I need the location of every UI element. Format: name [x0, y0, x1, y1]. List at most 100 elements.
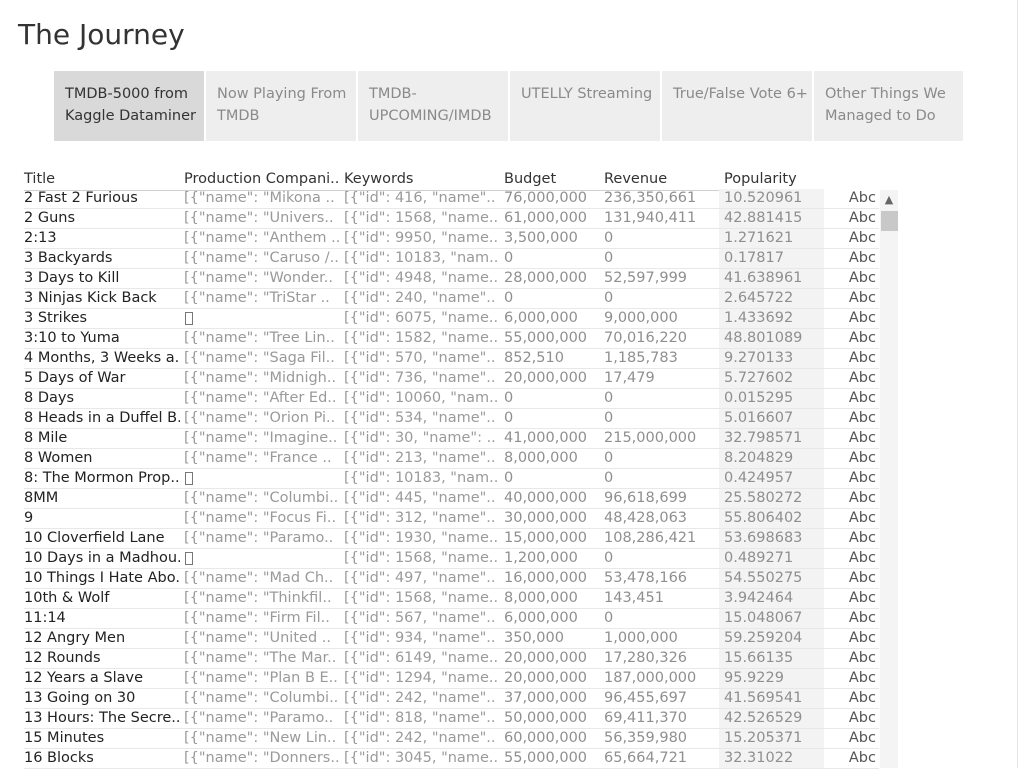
- column-header-popularity[interactable]: Popularity: [724, 168, 797, 190]
- cell-revenue: 0: [604, 390, 614, 406]
- cell-abc: Abc: [848, 190, 876, 206]
- cell-revenue: 53,478,166: [604, 570, 688, 586]
- tab-tmdb-5000[interactable]: TMDB-5000 from Kaggle Dataminer: [54, 71, 204, 141]
- cell-title: 12 Years a Slave: [24, 670, 144, 686]
- cell-budget: 61,000,000: [504, 210, 588, 226]
- cell-title: 13 Going on 30: [24, 690, 136, 706]
- cell-budget: 1,200,000: [504, 550, 578, 566]
- tab-tmdb-upcoming[interactable]: TMDB- UPCOMING/IMDB: [358, 71, 508, 141]
- tab-true-false-vote[interactable]: True/False Vote 6+: [662, 71, 812, 141]
- cell-keywords: [{"id": 242, "name"..: [344, 690, 496, 706]
- cell-budget: 6,000,000: [504, 310, 578, 326]
- cell-keywords: [{"id": 416, "name"..: [344, 190, 496, 206]
- cell-revenue: 236,350,661: [604, 190, 697, 206]
- cell-revenue: 9,000,000: [604, 310, 678, 326]
- table-row[interactable]: 10 Days in a Madhou.. [{"id": 1568, "name…: [24, 549, 879, 569]
- table-row[interactable]: 2 Guns [{"name": "Univers.. [{"id": 1568, …: [24, 209, 879, 229]
- table-row[interactable]: 8 Days [{"name": "After Ed.. [{"id": 10060…: [24, 389, 879, 409]
- column-header-budget[interactable]: Budget: [504, 168, 556, 190]
- table-row[interactable]: 11:14 [{"name": "Firm Fil.. [{"id": 567, "…: [24, 609, 879, 629]
- table-row[interactable]: 10 Cloverfield Lane [{"name": "Paramo.. [{…: [24, 529, 879, 549]
- vertical-scrollbar[interactable]: ▲: [880, 190, 898, 768]
- cell-popularity: 0.489271: [719, 549, 824, 568]
- table-row[interactable]: 2:13 [{"name": "Anthem .. [{"id": 9950, "n…: [24, 229, 879, 249]
- cell-popularity: 0.424957: [719, 469, 824, 488]
- cell-production-companies: [184, 469, 340, 488]
- table-row[interactable]: 12 Years a Slave [{"name": "Plan B E.. [{"…: [24, 669, 879, 689]
- cell-abc: Abc: [848, 610, 876, 626]
- table-row[interactable]: 8MM [{"name": "Columbi.. [{"id": 445, "nam…: [24, 489, 879, 509]
- table-row[interactable]: 12 Rounds [{"name": "The Mar.. [{"id": 614…: [24, 649, 879, 669]
- cell-revenue: 70,016,220: [604, 330, 688, 346]
- table-row[interactable]: 8 Mile [{"name": "Imagine.. [{"id": 30, "n…: [24, 429, 879, 449]
- table-row[interactable]: 8 Heads in a Duffel B.. [{"name": "Orion …: [24, 409, 879, 429]
- table-row[interactable]: 8: The Mormon Prop.. [{"id": 10183, "nam.…: [24, 469, 879, 489]
- tab-other-things[interactable]: Other Things We Managed to Do: [814, 71, 963, 141]
- cell-popularity: 41.638961: [719, 269, 824, 288]
- cell-keywords: [{"id": 570, "name"..: [344, 350, 496, 366]
- cell-title: 2 Guns: [24, 210, 76, 226]
- table-row[interactable]: 3 Backyards [{"name": "Caruso /.. [{"id": …: [24, 249, 879, 269]
- cell-keywords: [{"id": 567, "name"..: [344, 610, 496, 626]
- cell-title: 3 Backyards: [24, 250, 113, 266]
- cell-popularity: 32.31022: [719, 749, 824, 768]
- table-row[interactable]: 3 Ninjas Kick Back [{"name": "TriStar .. […: [24, 289, 879, 309]
- cell-revenue: 108,286,421: [604, 530, 697, 546]
- table-row[interactable]: 13 Hours: The Secre.. [{"name": "Paramo..…: [24, 709, 879, 729]
- cell-keywords: [{"id": 6075, "name..: [344, 310, 499, 326]
- table-row[interactable]: 2 Fast 2 Furious [{"name": "Mikona .. [{"i…: [24, 189, 879, 209]
- cell-production-companies: [{"name": "Focus Fi..: [184, 510, 337, 526]
- cell-title: 8 Days: [24, 390, 75, 406]
- empty-list-icon: [185, 552, 193, 565]
- cell-popularity: 41.569541: [719, 689, 824, 708]
- cell-popularity: 0.015295: [719, 389, 824, 408]
- cell-abc: Abc: [848, 290, 876, 306]
- cell-keywords: [{"id": 534, "name"..: [344, 410, 496, 426]
- empty-list-icon: [185, 312, 193, 325]
- table-row[interactable]: 5 Days of War [{"name": "Midnigh.. [{"id":…: [24, 369, 879, 389]
- table-row[interactable]: 8 Women [{"name": "France .. [{"id": 213, …: [24, 449, 879, 469]
- cell-revenue: 0: [604, 290, 614, 306]
- table-row[interactable]: 15 Minutes [{"name": "New Lin.. [{"id": 24…: [24, 729, 879, 749]
- column-header-revenue[interactable]: Revenue: [604, 168, 667, 190]
- cell-keywords: [{"id": 3045, "name..: [344, 750, 499, 766]
- tab-now-playing[interactable]: Now Playing From TMDB: [206, 71, 356, 141]
- cell-budget: 37,000,000: [504, 690, 588, 706]
- cell-production-companies: [{"name": "Univers..: [184, 210, 334, 226]
- table-row[interactable]: 10th & Wolf [{"name": "Thinkfil.. [{"id": …: [24, 589, 879, 609]
- cell-title: 10th & Wolf: [24, 590, 110, 606]
- cell-title: 16 Blocks: [24, 750, 94, 766]
- scrollbar-thumb[interactable]: [881, 211, 898, 231]
- cell-keywords: [{"id": 10183, "nam..: [344, 470, 499, 486]
- cell-revenue: 0: [604, 610, 614, 626]
- table-row[interactable]: 10 Things I Hate Abo.. [{"name": "Mad Ch.…: [24, 569, 879, 589]
- cell-production-companies: [{"name": "United ..: [184, 630, 331, 646]
- table-row[interactable]: 12 Angry Men [{"name": "United .. [{"id": …: [24, 629, 879, 649]
- cell-popularity: 8.204829: [719, 449, 824, 468]
- table-row[interactable]: 4 Months, 3 Weeks a.. [{"name": "Saga Fil…: [24, 349, 879, 369]
- cell-keywords: [{"id": 213, "name"..: [344, 450, 496, 466]
- cell-budget: 76,000,000: [504, 190, 588, 206]
- cell-abc: Abc: [848, 510, 876, 526]
- cell-popularity: 42.526529: [719, 709, 824, 728]
- table-row[interactable]: 9 [{"name": "Focus Fi.. [{"id": 312, "name…: [24, 509, 879, 529]
- table-row[interactable]: 3 Strikes [{"id": 6075, "name.. 6,000,000 9…: [24, 309, 879, 329]
- cell-budget: 20,000,000: [504, 650, 588, 666]
- chevron-up-icon[interactable]: ▲: [880, 190, 898, 210]
- dashboard-frame: The Journey TMDB-5000 from Kaggle Datami…: [0, 0, 1018, 769]
- cell-revenue: 65,664,721: [604, 750, 688, 766]
- column-header-keywords[interactable]: Keywords: [344, 168, 413, 190]
- table-row[interactable]: 3:10 to Yuma [{"name": "Tree Lin.. [{"id":…: [24, 329, 879, 349]
- table-row[interactable]: 3 Days to Kill [{"name": "Wonder.. [{"id":…: [24, 269, 879, 289]
- table-row[interactable]: 16 Blocks [{"name": "Donners.. [{"id": 304…: [24, 749, 879, 769]
- cell-production-companies: [184, 549, 340, 568]
- cell-revenue: 1,185,783: [604, 350, 678, 366]
- cell-title: 3 Strikes: [24, 310, 88, 326]
- table-body: 2 Fast 2 Furious [{"name": "Mikona .. [{"i…: [24, 189, 879, 769]
- table-row[interactable]: 13 Going on 30 [{"name": "Columbi.. [{"id"…: [24, 689, 879, 709]
- column-header-production-companies[interactable]: Production Compani..: [184, 168, 339, 190]
- column-header-title[interactable]: Title: [24, 168, 55, 190]
- cell-keywords: [{"id": 1582, "name..: [344, 330, 499, 346]
- cell-production-companies: [{"name": "Mikona ..: [184, 190, 335, 206]
- tab-utelly-streaming[interactable]: UTELLY Streaming: [510, 71, 660, 141]
